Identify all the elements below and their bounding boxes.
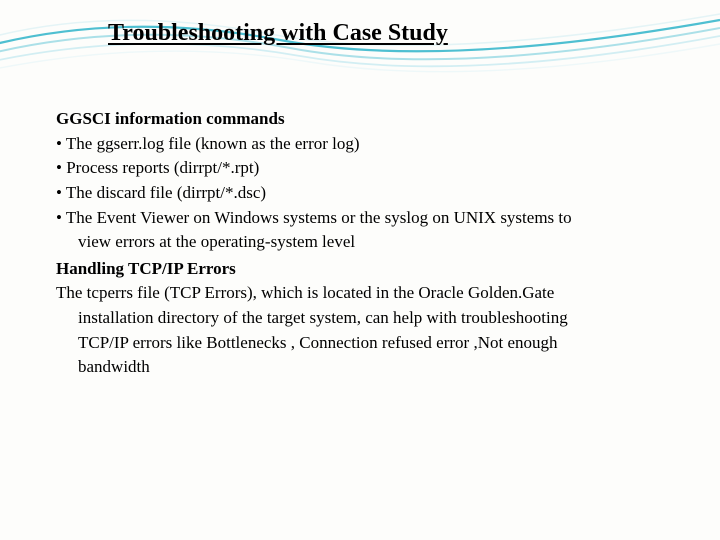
bullet-item: • The ggserr.log file (known as the erro… [56,132,680,157]
section-heading-tcpip: Handling TCP/IP Errors [56,257,680,282]
bullet-item: • Process reports (dirrpt/*.rpt) [56,156,680,181]
paragraph-line: TCP/IP errors like Bottlenecks , Connect… [56,331,680,356]
bullet-item: • The Event Viewer on Windows systems or… [56,206,680,231]
paragraph-line: bandwidth [56,355,680,380]
paragraph-line: installation directory of the target sys… [56,306,680,331]
section-heading-ggsci: GGSCI information commands [56,107,680,132]
slide-title: Troubleshooting with Case Study [108,20,448,47]
bullet-item: • The discard file (dirrpt/*.dsc) [56,181,680,206]
slide-body: GGSCI information commands • The ggserr.… [56,105,680,380]
bullet-item-continuation: view errors at the operating-system leve… [56,230,680,255]
paragraph-line: The tcperrs file (TCP Errors), which is … [56,281,680,306]
